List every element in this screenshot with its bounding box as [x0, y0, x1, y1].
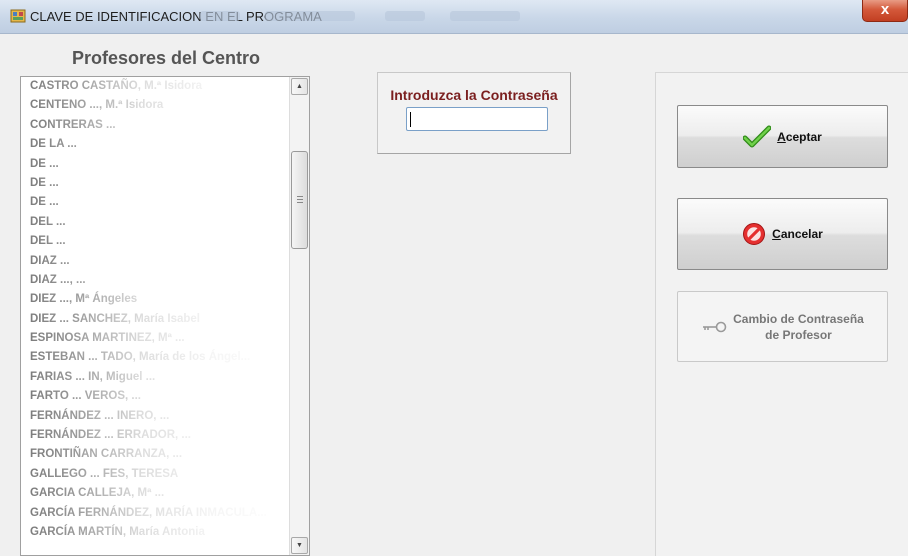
- background-menu-ghost: [200, 11, 240, 21]
- password-label: Introduzca la Contraseña: [390, 87, 558, 103]
- list-item[interactable]: CASTRO CASTAÑO, M.ª Isidora: [21, 77, 289, 96]
- list-item[interactable]: FARIAS ... IN, Miguel ...: [21, 368, 289, 387]
- password-panel: Introduzca la Contraseña: [377, 72, 571, 154]
- key-icon: [703, 321, 727, 332]
- background-menu-ghost: [450, 11, 520, 21]
- list-item[interactable]: DE ...: [21, 174, 289, 193]
- background-menu-ghost: [385, 11, 425, 21]
- app-icon: [10, 9, 26, 23]
- password-input[interactable]: [406, 107, 548, 131]
- list-item[interactable]: DIEZ ... SANCHEZ, María Isabel: [21, 310, 289, 329]
- actions-panel: Aceptar Cancelar Cambio de Contraseña de…: [655, 72, 908, 556]
- list-item[interactable]: DEL ...: [21, 213, 289, 232]
- text-caret: [410, 112, 411, 127]
- change-password-label: Cambio de Contraseña de Profesor: [733, 311, 864, 342]
- list-item[interactable]: GARCÍA MARTÍN, María Antonia: [21, 523, 289, 542]
- scroll-down-arrow-icon[interactable]: ▼: [291, 537, 308, 554]
- cancel-label: Cancelar: [772, 227, 823, 241]
- list-item[interactable]: FARTO ... VEROS, ...: [21, 387, 289, 406]
- list-item[interactable]: DIEZ ..., Mª Ángeles: [21, 290, 289, 309]
- teachers-list[interactable]: CASTRO CASTAÑO, M.ª Isidora CENTENO ..., …: [20, 76, 310, 556]
- list-item[interactable]: DIAZ ..., ...: [21, 271, 289, 290]
- list-item[interactable]: GALLEGO ... FES, TERESA: [21, 465, 289, 484]
- change-password-button[interactable]: Cambio de Contraseña de Profesor: [677, 291, 888, 362]
- list-item[interactable]: DIAZ ...: [21, 252, 289, 271]
- list-item[interactable]: DEL ...: [21, 232, 289, 251]
- list-item[interactable]: CENTENO ..., M.ª Isidora: [21, 96, 289, 115]
- accept-label: Aceptar: [777, 129, 822, 144]
- list-item[interactable]: FERNÁNDEZ ... INERO, ...: [21, 407, 289, 426]
- list-item[interactable]: ESPINOSA MARTINEZ, Mª ...: [21, 329, 289, 348]
- list-item[interactable]: DE ...: [21, 193, 289, 212]
- prohibited-icon: [743, 223, 766, 245]
- background-menu-ghost: [265, 11, 355, 21]
- list-item[interactable]: GARCÍA FERNÁNDEZ, MARÍA INMACULA...: [21, 504, 289, 523]
- list-item[interactable]: FERNÁNDEZ ... ERRADOR, ...: [21, 426, 289, 445]
- teachers-list-items: CASTRO CASTAÑO, M.ª Isidora CENTENO ..., …: [21, 77, 289, 555]
- list-item[interactable]: DE LA ...: [21, 135, 289, 154]
- accept-button[interactable]: Aceptar: [677, 105, 888, 168]
- list-item[interactable]: ESTEBAN ... TADO, María de los Ángel...: [21, 348, 289, 367]
- list-scrollbar[interactable]: ▲ ▼: [289, 77, 309, 555]
- teachers-heading: Profesores del Centro: [72, 48, 261, 68]
- list-item[interactable]: CONTRERAS ...: [21, 116, 289, 135]
- scroll-up-arrow-icon[interactable]: ▲: [291, 78, 308, 95]
- close-button[interactable]: x: [862, 0, 908, 22]
- list-item[interactable]: DE ...: [21, 155, 289, 174]
- checkmark-icon: [743, 125, 772, 147]
- scroll-thumb[interactable]: [291, 151, 308, 249]
- cancel-button[interactable]: Cancelar: [677, 198, 888, 270]
- title-bar: CLAVE DE IDENTIFICACION EN EL PROGRAMA: [0, 0, 908, 34]
- list-item[interactable]: GARCIA CALLEJA, Mª ...: [21, 484, 289, 503]
- list-item[interactable]: FRONTIÑAN CARRANZA, ...: [21, 445, 289, 464]
